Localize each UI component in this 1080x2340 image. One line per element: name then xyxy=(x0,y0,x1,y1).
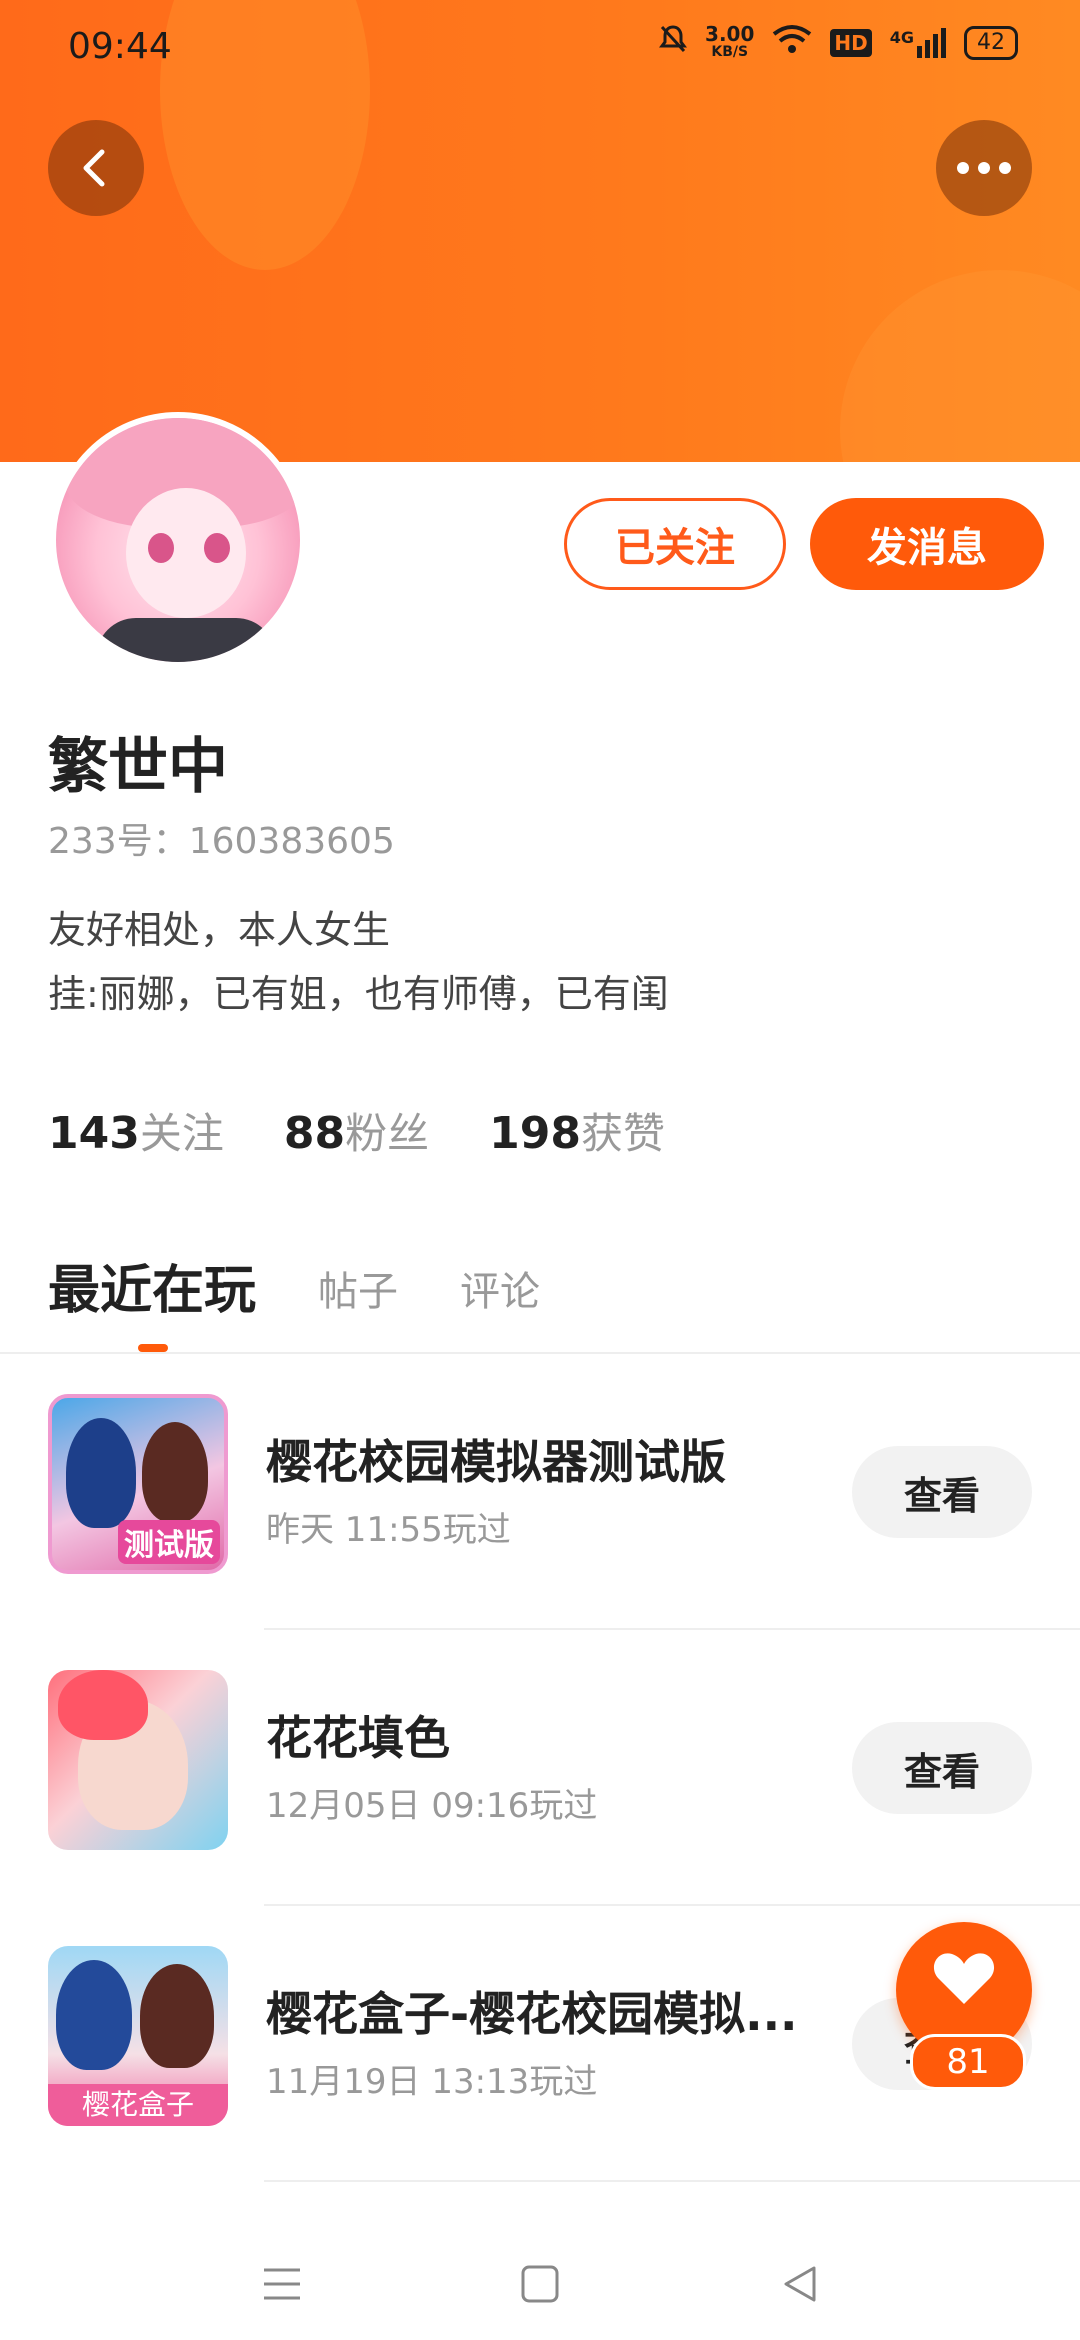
game-played-time: 12月05日 09:16玩过 xyxy=(266,1786,598,1826)
heart-icon xyxy=(933,1953,995,2004)
user-id: 233号：160383605 xyxy=(48,821,395,862)
triangle-back-icon xyxy=(784,2266,816,2302)
icon-figure xyxy=(142,1422,208,1522)
followed-button[interactable]: 已关注 xyxy=(564,498,786,590)
battery-indicator: 42 xyxy=(964,25,1018,60)
bio-line: 挂:丽娜，已有姐，也有师傅，已有闺 xyxy=(48,972,669,1016)
network-type: 4G xyxy=(889,27,914,47)
like-count: 81 xyxy=(910,2034,1026,2090)
icon-figure xyxy=(66,1418,136,1528)
game-icon-tag: 樱花盒子 xyxy=(48,2084,228,2126)
divider xyxy=(264,2180,1080,2182)
wifi-icon xyxy=(772,24,812,61)
system-back-button[interactable] xyxy=(770,2254,830,2314)
game-title: 樱花校园模拟器测试版 xyxy=(266,1435,726,1489)
view-game-button[interactable]: 查看 xyxy=(852,1722,1032,1814)
profile-tabs: 最近在玩 帖子 评论 xyxy=(48,1248,540,1323)
stat-followers[interactable]: 88粉丝 xyxy=(284,1100,429,1161)
home-button[interactable] xyxy=(510,2254,570,2314)
chevron-left-icon xyxy=(83,149,105,187)
mute-bell-icon xyxy=(659,24,688,61)
avatar-eye xyxy=(148,533,174,563)
game-icon-tag: 测试版 xyxy=(118,1520,220,1564)
more-dots-icon xyxy=(957,162,1011,174)
more-options-button[interactable] xyxy=(936,120,1032,216)
system-navigation-bar xyxy=(0,2220,1080,2340)
stat-label: 获赞 xyxy=(580,1109,665,1158)
signal-icon: 4G xyxy=(889,27,946,58)
stat-value: 143 xyxy=(48,1108,140,1159)
speed-value: 3.00 xyxy=(705,21,755,46)
stat-likes[interactable]: 198获赞 xyxy=(489,1100,665,1161)
username: 繁世中 xyxy=(48,732,228,802)
game-title: 樱花盒子-樱花校园模拟... xyxy=(266,1987,798,2041)
avatar-eye xyxy=(204,533,230,563)
game-icon[interactable]: 测试版 xyxy=(48,1394,228,1574)
stat-value: 88 xyxy=(283,1108,346,1159)
tab-posts[interactable]: 帖子 xyxy=(318,1259,398,1323)
network-speed: 3.00 KB/S xyxy=(705,21,755,61)
stats-row: 143关注 88粉丝 198获赞 xyxy=(48,1100,665,1161)
hd-badge: HD xyxy=(830,28,872,57)
active-tab-indicator xyxy=(138,1344,168,1352)
tab-recently-played[interactable]: 最近在玩 xyxy=(48,1248,256,1323)
game-title: 花花填色 xyxy=(266,1711,450,1765)
game-played-time: 11月19日 13:13玩过 xyxy=(266,2062,598,2102)
square-home-icon xyxy=(521,2265,559,2303)
icon-figure xyxy=(56,1960,132,2070)
game-row[interactable]: 测试版 樱花校园模拟器测试版 昨天 11:55玩过 查看 xyxy=(0,1354,1080,1630)
menu-icon xyxy=(264,2268,300,2300)
icon-figure xyxy=(140,1964,214,2068)
game-row[interactable]: 花花填色 12月05日 09:16玩过 查看 xyxy=(0,1630,1080,1906)
game-icon[interactable]: 樱花盒子 xyxy=(48,1946,228,2126)
stat-label: 粉丝 xyxy=(345,1109,430,1158)
game-icon[interactable] xyxy=(48,1670,228,1850)
stat-label: 关注 xyxy=(139,1109,224,1158)
status-icons: 3.00 KB/S HD 4G 42 xyxy=(659,24,1018,61)
stat-value: 198 xyxy=(489,1108,581,1159)
back-button[interactable] xyxy=(48,120,144,216)
status-time: 09:44 xyxy=(68,26,172,67)
view-game-button[interactable]: 查看 xyxy=(852,1446,1032,1538)
avatar-collar xyxy=(96,618,276,662)
stat-following[interactable]: 143关注 xyxy=(48,1100,224,1161)
game-played-time: 昨天 11:55玩过 xyxy=(266,1510,511,1550)
send-message-button[interactable]: 发消息 xyxy=(810,498,1044,590)
tab-comments[interactable]: 评论 xyxy=(460,1259,540,1323)
bio-line: 友好相处，本人女生 xyxy=(48,908,391,952)
banner-decoration xyxy=(840,270,1080,462)
avatar[interactable] xyxy=(50,412,306,668)
speed-unit: KB/S xyxy=(711,43,749,60)
bio: 友好相处，本人女生 挂:丽娜，已有姐，也有师傅，已有闺 xyxy=(48,898,669,1026)
recent-apps-button[interactable] xyxy=(252,2254,312,2314)
icon-figure xyxy=(58,1670,148,1740)
status-bar: 09:44 3.00 KB/S HD 4G 42 xyxy=(0,0,1080,96)
